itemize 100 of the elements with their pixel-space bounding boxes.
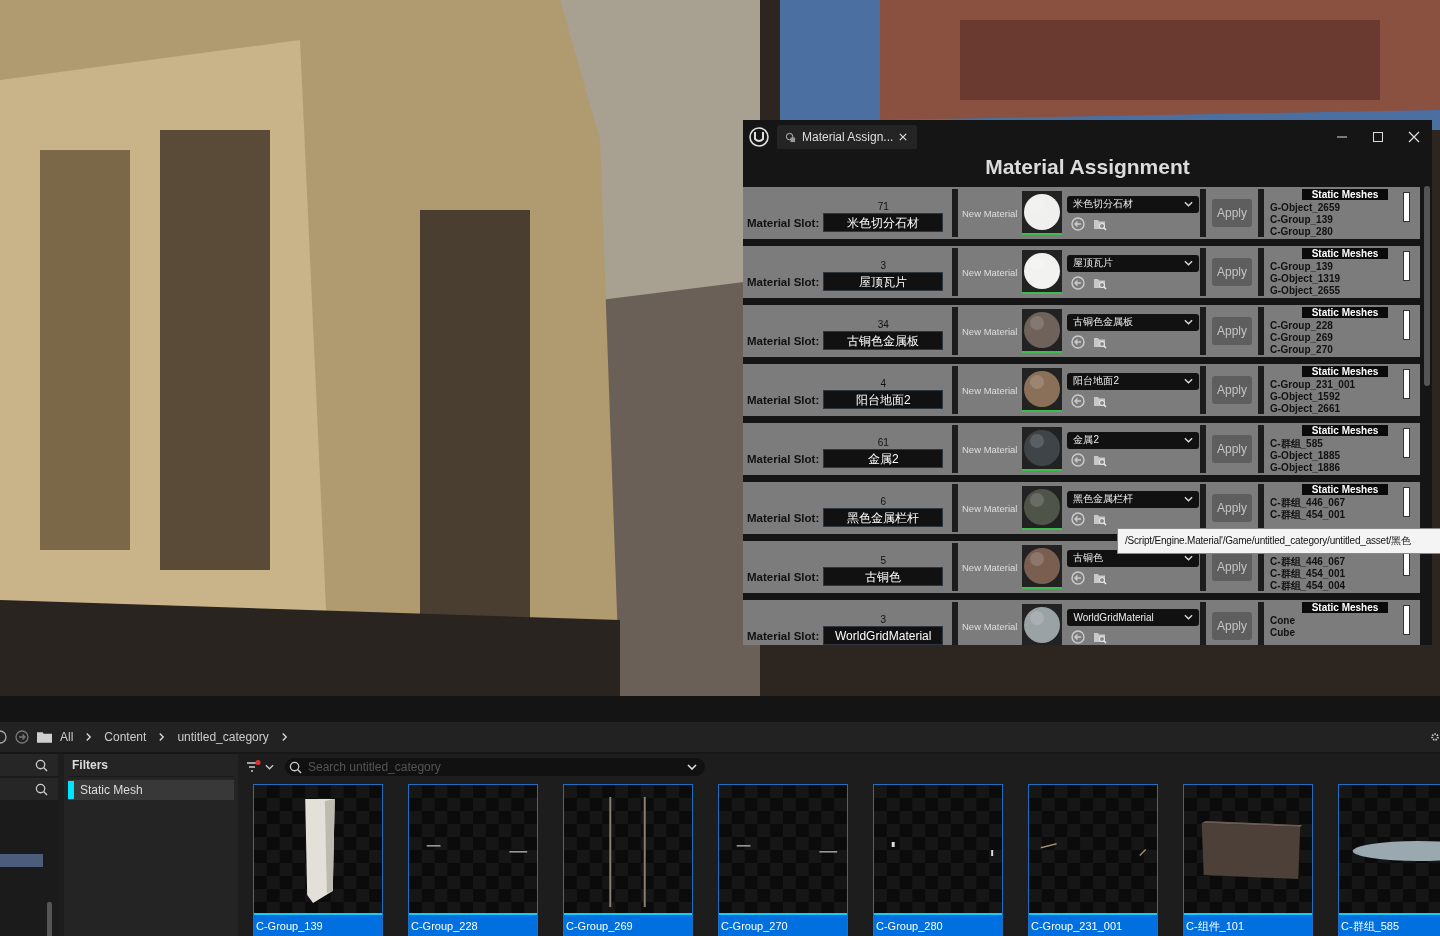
search-icon[interactable] (35, 758, 48, 772)
forward-icon[interactable] (15, 730, 29, 744)
slot-name-field: 古铜色 (823, 567, 944, 586)
static-meshes-header: Static Meshes (1302, 602, 1388, 613)
breadcrumb-link[interactable]: untitled_category (177, 730, 269, 744)
slot-name-field: 黑色金属栏杆 (823, 508, 944, 527)
use-selected-icon[interactable] (1071, 511, 1086, 526)
use-selected-icon[interactable] (1071, 216, 1086, 231)
chevron-icon (1184, 260, 1194, 266)
use-selected-icon[interactable] (1071, 629, 1086, 644)
chevron-icon[interactable] (280, 732, 288, 742)
chevron-icon[interactable] (687, 764, 697, 770)
list-scrollbar[interactable] (1403, 369, 1410, 399)
use-selected-icon[interactable] (1071, 393, 1086, 408)
material-sphere[interactable] (1022, 251, 1063, 291)
static-meshes-header: Static Meshes (1302, 484, 1388, 495)
slot-name-field: 屋顶瓦片 (823, 272, 944, 291)
close-icon[interactable] (1408, 131, 1420, 143)
list-scrollbar[interactable] (1403, 428, 1410, 458)
chevron-icon[interactable] (158, 732, 166, 742)
slot-label: Material Slot: (747, 630, 820, 644)
tooltip: /Script/Engine.Material'/Game/untitled_category/untitled_asset/黑色 (1117, 528, 1440, 554)
window-title: Material Assignment (984, 154, 1191, 180)
close-icon[interactable] (899, 133, 908, 141)
mesh-name: C-群组_454_001 (1270, 509, 1347, 521)
filter-item[interactable]: Static Mesh (68, 780, 234, 800)
new-material-label: New Material (962, 384, 1018, 396)
asset-tile[interactable]: C-Group_231_001 (1028, 784, 1158, 936)
static-meshes-header: Static Meshes (1302, 366, 1388, 377)
slot-count: 71 (877, 201, 889, 212)
asset-tile[interactable]: C-Group_228 (408, 784, 538, 936)
new-material-label: New Material (962, 266, 1018, 278)
asset-tile[interactable]: C-群组_585 (1338, 784, 1440, 936)
scrollbar[interactable] (47, 902, 52, 936)
list-scrollbar[interactable] (1403, 310, 1410, 340)
caret-icon[interactable] (265, 764, 274, 770)
mesh-name: G-Object_2659 (1270, 202, 1342, 214)
breadcrumb-link[interactable]: All (60, 730, 74, 744)
list-scrollbar[interactable] (1403, 192, 1410, 222)
window-tab[interactable]: Material Assign... (777, 125, 918, 149)
new-material-label: New Material (962, 502, 1018, 514)
new-material-label: New Material (962, 443, 1018, 455)
logo-icon (749, 127, 769, 147)
mesh-name: C-Group_231_001 (1270, 379, 1357, 391)
window-scrollbar[interactable] (1424, 186, 1430, 386)
slot-label: Material Slot: (747, 453, 820, 467)
slot-count: 3 (880, 260, 886, 271)
asset-name: C-组件_101 (1184, 913, 1312, 936)
slot-label: Material Slot: (747, 217, 820, 231)
use-selected-icon[interactable] (1071, 570, 1086, 585)
use-selected-icon[interactable] (1071, 275, 1086, 290)
mesh-name: G-Object_1886 (1270, 462, 1342, 474)
mesh-name: Cone (1270, 615, 1296, 627)
maximize-icon[interactable] (1372, 131, 1384, 143)
chevron-icon (1184, 437, 1194, 443)
slot-count: 5 (880, 555, 886, 566)
asset-name: C-Group_139 (254, 913, 382, 936)
list-scrollbar[interactable] (1403, 487, 1410, 517)
list-scrollbar[interactable] (1403, 251, 1410, 281)
mesh-name: C-Group_139 (1270, 261, 1334, 273)
slot-label: Material Slot: (747, 571, 820, 585)
mesh-name: C-Group_228 (1270, 320, 1334, 332)
asset-tile[interactable]: C-Group_269 (563, 784, 693, 936)
mesh-name: Cube (1270, 627, 1296, 639)
use-selected-icon[interactable] (1071, 334, 1086, 349)
search-icon[interactable] (35, 782, 48, 796)
material-sphere[interactable] (1022, 192, 1063, 232)
asset-tile[interactable]: C-Group_270 (718, 784, 848, 936)
slot-name-field: 米色切分石材 (823, 213, 944, 232)
static-meshes-header: Static Meshes (1302, 307, 1388, 318)
asset-name: C-Group_228 (409, 913, 537, 936)
material-sphere[interactable] (1022, 605, 1063, 645)
asset-tile[interactable]: C-组件_101 (1183, 784, 1313, 936)
static-meshes-header: Static Meshes (1302, 248, 1388, 259)
slot-label: Material Slot: (747, 276, 820, 290)
asset-tile[interactable]: C-Group_280 (873, 784, 1003, 936)
slot-name-field: WorldGridMaterial (823, 626, 944, 645)
list-scrollbar[interactable] (1403, 605, 1410, 635)
mesh-name: C-Group_270 (1270, 344, 1334, 356)
asset-tile[interactable]: C-Group_139 (253, 784, 383, 936)
chevron-icon (1184, 319, 1194, 325)
breadcrumb-link[interactable]: Content (104, 730, 147, 744)
mesh-name: C-Group_280 (1270, 226, 1334, 238)
chevron-icon (1184, 496, 1194, 502)
chevron-icon[interactable] (85, 732, 93, 742)
use-selected-icon[interactable] (1071, 452, 1086, 467)
chevron-icon (1184, 201, 1194, 207)
static-meshes-header: Static Meshes (1302, 425, 1388, 436)
search-field[interactable]: Search untitled_category (308, 760, 681, 774)
mesh-name: G-Object_2661 (1270, 403, 1342, 415)
chevron-icon (1184, 614, 1194, 620)
mesh-name: G-Object_1319 (1270, 273, 1342, 285)
filter-icon[interactable] (246, 760, 262, 774)
search-box[interactable]: Search untitled_category (285, 758, 705, 776)
chevron-icon (1184, 555, 1194, 561)
slot-count: 61 (877, 437, 889, 448)
mesh-name: C-Group_139 (1270, 214, 1334, 226)
tab-title: Material Assign... (802, 130, 894, 144)
new-material-label: New Material (962, 325, 1018, 337)
slot-name-field: 阳台地面2 (823, 390, 944, 409)
